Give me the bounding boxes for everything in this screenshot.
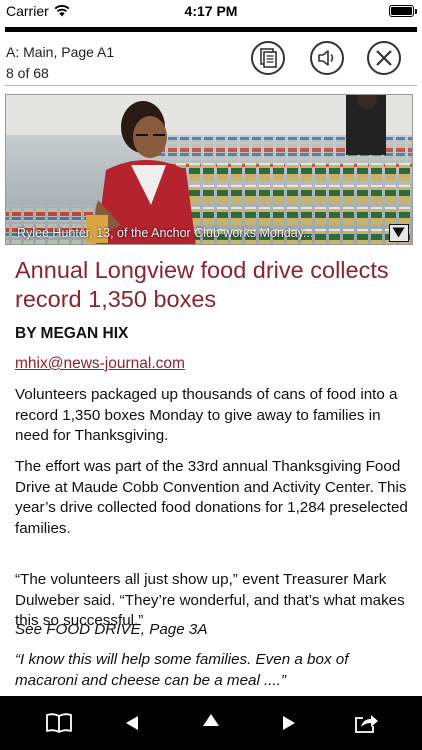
previous-article-button[interactable] bbox=[116, 706, 150, 740]
up-button[interactable] bbox=[194, 706, 228, 740]
triangle-down-icon bbox=[392, 227, 405, 238]
battery-tip bbox=[415, 9, 417, 14]
library-book-icon bbox=[46, 713, 72, 733]
article-byline: BY MEGAN HIX bbox=[15, 325, 129, 342]
pages-icon bbox=[260, 48, 277, 68]
section-label: A: Main, Page A1 bbox=[6, 44, 115, 60]
article-header: A: Main, Page A1 8 of 68 bbox=[0, 32, 422, 86]
previous-arrow-icon bbox=[126, 716, 138, 730]
author-email-link[interactable]: mhix@news-journal.com bbox=[15, 355, 185, 373]
page-count: 8 of 68 bbox=[6, 65, 49, 81]
library-button[interactable] bbox=[42, 706, 76, 740]
article-headline: Annual Longview food drive collects reco… bbox=[15, 257, 389, 312]
speaker-icon bbox=[318, 50, 334, 66]
share-button[interactable] bbox=[349, 706, 383, 740]
next-arrow-icon bbox=[283, 716, 295, 730]
article-paragraph: Volunteers packaged up thousands of cans… bbox=[15, 386, 398, 444]
close-button[interactable] bbox=[367, 41, 401, 75]
header-divider bbox=[5, 85, 417, 86]
article-pull-quote: “I know this will help some families. Ev… bbox=[15, 651, 349, 689]
bottom-toolbar bbox=[0, 696, 422, 750]
photo-caption: Rylee Hunter, 13, of the Anchor Club wor… bbox=[17, 226, 314, 240]
article-jump-reference: See FOOD DRIVE, Page 3A bbox=[15, 621, 208, 638]
photo-image bbox=[6, 95, 412, 244]
next-article-button[interactable] bbox=[271, 706, 305, 740]
pages-button[interactable] bbox=[251, 41, 285, 75]
share-icon bbox=[355, 715, 378, 733]
audio-button[interactable] bbox=[310, 41, 344, 75]
close-icon bbox=[376, 50, 392, 66]
battery-icon bbox=[389, 5, 414, 17]
clock: 4:17 PM bbox=[184, 3, 238, 19]
status-bar: Carrier 4:17 PM bbox=[0, 0, 422, 22]
article-paragraph: The effort was part of the 33rd annual T… bbox=[15, 458, 408, 537]
up-arrow-icon bbox=[203, 714, 219, 726]
expand-caption-button[interactable] bbox=[389, 224, 409, 242]
article-photo[interactable]: Rylee Hunter, 13, of the Anchor Club wor… bbox=[5, 94, 413, 245]
